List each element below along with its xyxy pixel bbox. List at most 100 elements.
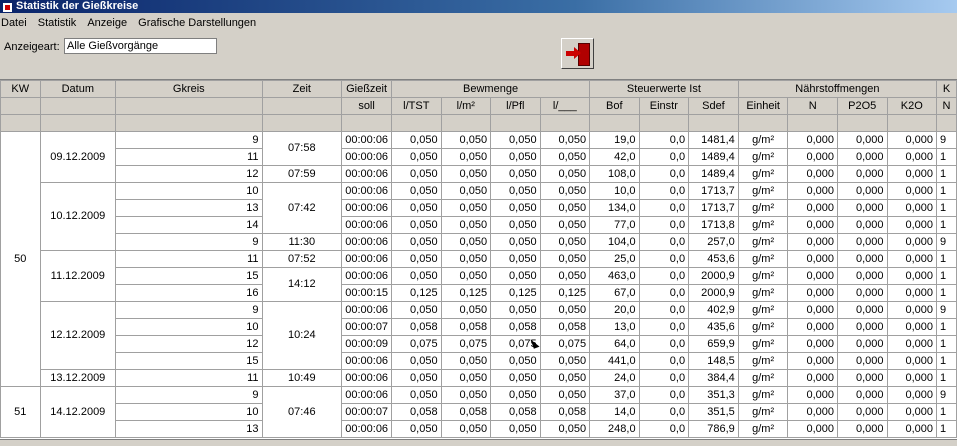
col-l-pfl[interactable]: l/Pfl: [490, 97, 541, 115]
table-row[interactable]: 11.12.2009 11 07:52 00:00:06 0,050 0,050 0,050…: [1, 250, 957, 302]
table-row[interactable]: 12.12.2009 9 10:24 00:00:06 0,050 0,050 0,050 0…: [1, 301, 957, 370]
table-row[interactable]: 10 00:00:07 0,058 0,058 0,058 0,058 13,0 0,0 435…: [1, 318, 957, 336]
col-bof[interactable]: Bof: [589, 97, 640, 115]
header-row-1: KW Datum Gkreis Zeit Gießzeit Bewmenge S…: [0, 80, 957, 98]
n-cell: 0,000: [787, 352, 838, 370]
l-m2-cell: 0,125: [440, 284, 492, 302]
col-n[interactable]: N: [787, 97, 838, 115]
col-p2o5[interactable]: P2O5: [836, 97, 888, 115]
einheit-cell: g/m²: [737, 131, 789, 149]
menu-statistik[interactable]: Statistik: [37, 14, 81, 32]
sdef-cell: 1713,7: [688, 182, 739, 200]
col-gkreis[interactable]: Gkreis: [115, 80, 263, 98]
col-soll[interactable]: soll: [341, 97, 393, 115]
col-k2o[interactable]: K2O: [886, 97, 938, 115]
l-tst-cell: 0,050: [391, 182, 442, 200]
sdef-cell: 2000,9: [688, 267, 739, 285]
sdef-cell: 453,6: [688, 250, 739, 268]
table-row[interactable]: 50 09.12.2009 9 07:58 00:00:06 0,050 0,050 0,05…: [0, 131, 957, 387]
extra-cell: 1: [936, 284, 957, 302]
table-row[interactable]: 13 00:00:06 0,050 0,050 0,050 0,050 134,0 0,0 17…: [1, 199, 957, 217]
einheit-cell: g/m²: [737, 335, 789, 353]
extra-cell: 1: [936, 199, 957, 217]
giesszeit-cell: 00:00:06: [341, 386, 393, 404]
l-m2-cell: 0,050: [440, 301, 492, 319]
k2o-cell: 0,000: [886, 318, 938, 336]
table-row[interactable]: 16 00:00:15 0,125 0,125 0,125 0,125 67,0 0,0 200…: [1, 284, 957, 302]
extra-cell: 9: [936, 301, 957, 319]
p2o5-cell: 0,000: [836, 148, 888, 166]
col-l-m2[interactable]: l/m²: [440, 97, 492, 115]
col-extra[interactable]: K: [936, 80, 957, 98]
extra-cell: 1: [936, 335, 957, 353]
l-blank-cell: 0,050: [539, 216, 591, 234]
menu-anzeige[interactable]: Anzeige: [86, 14, 131, 32]
menu-grafische-darstellungen[interactable]: Grafische Darstellungen: [137, 14, 260, 32]
table-row[interactable]: 12 07:59 00:00:06 0,050 0,050 0,050 0,050 108,0…: [1, 165, 957, 183]
col-einheit[interactable]: Einheit: [737, 97, 789, 115]
table-row[interactable]: 15 14:12 00:00:06 0,050 0,050 0,050 0,050 463,0…: [1, 267, 957, 302]
menu-datei[interactable]: Datei: [0, 14, 31, 32]
bof-cell: 13,0: [589, 318, 640, 336]
table-row[interactable]: 11 00:00:06 0,050 0,050 0,050 0,050 42,0 0,0 148…: [1, 148, 957, 166]
col-steuerwerte[interactable]: Steuerwerte Ist: [589, 80, 739, 98]
p2o5-cell: 0,000: [836, 318, 888, 336]
einheit-cell: g/m²: [737, 386, 789, 404]
col-extra-sub[interactable]: N: [936, 97, 957, 115]
header-row-2: soll l/TST l/m² l/Pfl l/___ Bof Einstr S…: [0, 97, 957, 115]
col-bewmenge[interactable]: Bewmenge: [391, 80, 591, 98]
p2o5-cell: 0,000: [836, 386, 888, 404]
col-giesszeit[interactable]: Gießzeit: [341, 80, 393, 98]
p2o5-cell: 0,000: [836, 182, 888, 200]
time-cell: 07:52: [261, 250, 343, 268]
n-cell: 0,000: [787, 131, 838, 149]
k2o-cell: 0,000: [886, 131, 938, 149]
gkreis-cell: 9: [115, 301, 263, 319]
col-l-blank[interactable]: l/___: [539, 97, 591, 115]
app-icon: [2, 2, 13, 13]
col-kw[interactable]: KW: [0, 80, 41, 98]
title-bar: Statistik der Gießkreise: [0, 0, 957, 13]
bof-cell: 77,0: [589, 216, 640, 234]
l-m2-cell: 0,050: [440, 199, 492, 217]
table-row[interactable]: 9 11:30 00:00:06 0,050 0,050 0,050 0,050 104,0 0…: [1, 233, 957, 251]
k2o-cell: 0,000: [886, 233, 938, 251]
table-row[interactable]: 10 00:00:07 0,058 0,058 0,058 0,058 14,0 0,0 351…: [1, 403, 957, 421]
extra-cell: 1: [936, 420, 957, 438]
n-cell: 0,000: [787, 369, 838, 387]
l-tst-cell: 0,050: [391, 267, 442, 285]
table-row[interactable]: 13.12.2009 11 10:49 00:00:06 0,050 0,050 0,050…: [1, 369, 957, 387]
p2o5-cell: 0,000: [836, 284, 888, 302]
l-m2-cell: 0,050: [440, 216, 492, 234]
extra-cell: 1: [936, 403, 957, 421]
col-l-tst[interactable]: l/TST: [391, 97, 442, 115]
table-row[interactable]: 14 00:00:06 0,050 0,050 0,050 0,050 77,0 0,0 171…: [1, 216, 957, 234]
k2o-cell: 0,000: [886, 284, 938, 302]
col-einstr[interactable]: Einstr: [638, 97, 690, 115]
giesszeit-cell: 00:00:06: [341, 199, 393, 217]
col-zeit[interactable]: Zeit: [261, 80, 343, 98]
col-datum[interactable]: Datum: [39, 80, 117, 98]
giesszeit-cell: 00:00:06: [341, 352, 393, 370]
giesszeit-cell: 00:00:06: [341, 250, 393, 268]
table-row[interactable]: 51 14.12.2009 9 07:46 00:00:06 0,050 0,050 0,05…: [0, 386, 957, 438]
einstr-cell: 0,0: [638, 131, 690, 149]
l-pfl-cell: 0,050: [490, 148, 541, 166]
display-type-field[interactable]: [64, 38, 217, 54]
col-sdef[interactable]: Sdef: [688, 97, 739, 115]
gkreis-cell: 9: [115, 386, 263, 404]
table-row[interactable]: 15 00:00:06 0,050 0,050 0,050 0,050 441,0 0,0 14…: [1, 352, 957, 370]
l-pfl-cell: 0,050: [490, 199, 541, 217]
time-cell: 14:12: [261, 267, 343, 302]
date-cell: 14.12.2009: [39, 386, 117, 438]
statistics-grid[interactable]: KW Datum Gkreis Zeit Gießzeit Bewmenge S…: [0, 79, 957, 440]
l-pfl-cell: 0,050: [490, 131, 541, 149]
exit-button[interactable]: [561, 38, 594, 69]
table-row[interactable]: 13 00:00:06 0,050 0,050 0,050 0,050 248,0 0,0 78…: [1, 420, 957, 438]
bof-cell: 24,0: [589, 369, 640, 387]
col-naehrstoff[interactable]: Nährstoffmengen: [737, 80, 938, 98]
sdef-cell: 1489,4: [688, 148, 739, 166]
table-row[interactable]: 10.12.2009 10 07:42 00:00:06 0,050 0,050 0,050…: [1, 182, 957, 251]
n-cell: 0,000: [787, 318, 838, 336]
table-row[interactable]: 12 00:00:09 0,075 0,075 0,075 0,075 64,0 0,0 659…: [1, 335, 957, 353]
